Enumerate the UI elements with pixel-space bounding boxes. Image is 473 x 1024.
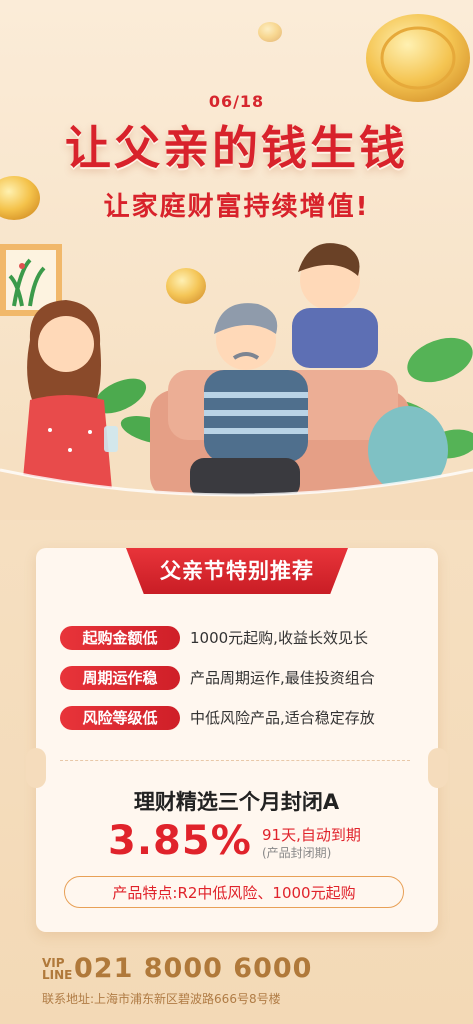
card-notch-right [428,748,448,788]
phone-number[interactable]: 021 8000 6000 [74,953,312,984]
feature-row: 起购金额低 1000元起购,收益长效见长 [60,626,420,650]
feature-row: 风险等级低 中低风险产品,适合稳定存放 [60,706,420,730]
product-term: 91天,自动到期 [262,826,361,844]
feature-text: 中低风险产品,适合稳定存放 [190,709,375,727]
feature-text: 产品周期运作,最佳投资组合 [190,669,375,687]
feature-text: 1000元起购,收益长效见长 [190,629,368,647]
return-rate: 3.85% [108,818,252,864]
feature-tag: 风险等级低 [60,706,180,730]
product-name: 理财精选三个月封闭A [133,790,340,814]
recommend-ribbon: 父亲节特别推荐 [126,548,348,594]
father-figure [190,303,308,498]
event-date: 06/18 [208,92,265,111]
page-subtitle: 让家庭财富持续增值! [103,192,370,222]
term-note: (产品封闭期) [262,846,332,860]
water-glass [104,426,118,452]
family-illustration [0,243,473,520]
line-label: LINE [42,968,73,982]
coin-icon [258,22,282,42]
card-divider [60,760,410,761]
page-title: 让父亲的钱生钱 [65,121,408,175]
product-highlights: 产品特点:R2中低风险、1000元起购 [64,876,404,908]
feature-tag: 起购金额低 [60,626,180,650]
feature-tag: 周期运作稳 [60,666,180,690]
feature-row: 周期运作稳 产品周期运作,最佳投资组合 [60,666,420,690]
card-notch-left [26,748,46,788]
contact-address: 联系地址:上海市浦东新区碧波路666号8号楼 [42,992,281,1006]
son-figure [292,243,378,368]
vip-line-badge: VIP LINE [42,957,72,981]
product-card [36,548,438,932]
